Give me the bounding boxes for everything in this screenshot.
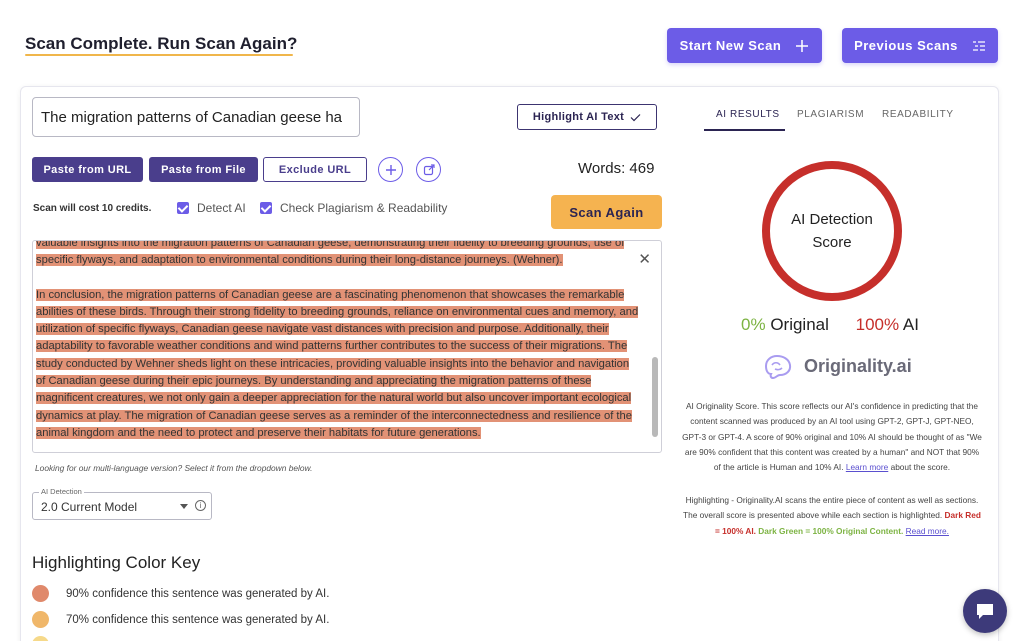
tab-ai-results[interactable]: AI RESULTS	[716, 109, 780, 120]
detect-ai-label: Detect AI	[197, 201, 246, 215]
check-icon	[630, 113, 641, 121]
color-dot-icon	[32, 611, 49, 628]
color-dot-icon	[32, 585, 49, 602]
previous-scans-label: Previous Scans	[854, 38, 958, 53]
word-count: Words: 469	[578, 160, 655, 177]
original-percent: 0%	[741, 315, 766, 334]
tab-plagiarism[interactable]: PLAGIARISM	[797, 109, 864, 120]
brain-logo-icon	[764, 354, 792, 380]
original-label: Original	[770, 315, 829, 334]
color-key-title: Highlighting Color Key	[32, 553, 201, 572]
multi-language-note: Looking for our multi-language version? …	[35, 463, 313, 473]
add-circle-icon[interactable]	[378, 157, 403, 182]
highlighted-sentence: valuable insights into the migration pat…	[36, 241, 625, 267]
paste-from-file-button[interactable]: Paste from File	[149, 157, 258, 182]
ring-label-line2: Score	[812, 234, 852, 251]
logo-text: Originality.ai	[804, 355, 912, 376]
start-new-scan-button[interactable]: Start New Scan	[667, 28, 822, 63]
plus-icon	[796, 39, 809, 52]
active-tab-indicator	[704, 129, 785, 131]
list-icon	[972, 40, 985, 51]
color-key-item: 90% confidence this sentence was generat…	[32, 585, 329, 602]
scan-cost-text: Scan will cost 10 credits.	[33, 203, 152, 214]
exclude-url-button[interactable]: Exclude URL	[263, 157, 367, 182]
check-plagiarism-label: Check Plagiarism & Readability	[280, 201, 448, 215]
highlight-ai-text-button[interactable]: Highlight AI Text	[517, 104, 657, 130]
model-select-label: AI Detection	[39, 487, 84, 496]
color-key-item	[32, 636, 49, 641]
about-score-text: about the score.	[890, 462, 951, 473]
content-textarea[interactable]: valuable insights into the migration pat…	[32, 240, 662, 453]
scan-again-button[interactable]: Scan Again	[551, 195, 662, 229]
start-new-scan-label: Start New Scan	[679, 38, 782, 53]
checkbox-checked-icon	[177, 202, 189, 214]
share-icon[interactable]	[416, 157, 441, 182]
page-title: Scan Complete. Run Scan Again?	[25, 34, 298, 53]
score-description: AI Originality Score. This score reflect…	[682, 399, 982, 475]
chat-icon[interactable]	[963, 589, 1007, 633]
caret-down-icon	[180, 504, 188, 509]
tab-readability[interactable]: READABILITY	[882, 109, 954, 120]
dark-green-legend: Dark Green = 100% Original Content.	[758, 525, 904, 536]
highlight-ai-text-label: Highlight AI Text	[532, 111, 625, 123]
close-icon[interactable]: ✕	[638, 250, 651, 268]
model-select-value: 2.0 Current Model	[41, 500, 138, 514]
score-summary: 0% Original 100% AI	[741, 315, 919, 335]
highlighting-description-text: Highlighting - Originality.AI scans the …	[683, 495, 979, 521]
ai-detection-model-select[interactable]: AI Detection 2.0 Current Model i	[32, 487, 212, 520]
highlighting-description: Highlighting - Originality.AI scans the …	[682, 493, 982, 539]
detect-ai-checkbox[interactable]: Detect AI	[177, 201, 246, 215]
color-key-label: 90% confidence this sentence was generat…	[66, 587, 330, 600]
read-more-link[interactable]: Read more.	[906, 526, 949, 536]
previous-scans-button[interactable]: Previous Scans	[842, 28, 998, 63]
textarea-scrollbar[interactable]	[652, 357, 658, 437]
originality-logo: Originality.ai	[760, 352, 912, 380]
ring-label-line1: AI Detection	[791, 211, 873, 228]
checkbox-checked-icon	[260, 202, 272, 214]
learn-more-link[interactable]: Learn more	[846, 462, 888, 472]
check-plagiarism-checkbox[interactable]: Check Plagiarism & Readability	[260, 201, 447, 215]
content-text: valuable insights into the migration pat…	[36, 241, 641, 452]
highlighted-sentence: In conclusion, the migration patterns of…	[36, 288, 639, 439]
info-icon[interactable]: i	[195, 500, 206, 511]
color-key-item: 70% confidence this sentence was generat…	[32, 611, 329, 628]
paste-from-url-button[interactable]: Paste from URL	[32, 157, 143, 182]
ai-detection-score-ring: AI Detection Score	[762, 161, 902, 301]
color-key-label: 70% confidence this sentence was generat…	[66, 613, 330, 626]
title-underline	[25, 54, 293, 56]
ai-percent: 100%	[855, 315, 900, 334]
title-input[interactable]: The migration patterns of Canadian geese…	[32, 97, 360, 137]
ai-label: AI	[902, 315, 919, 334]
color-dot-icon	[32, 636, 49, 641]
